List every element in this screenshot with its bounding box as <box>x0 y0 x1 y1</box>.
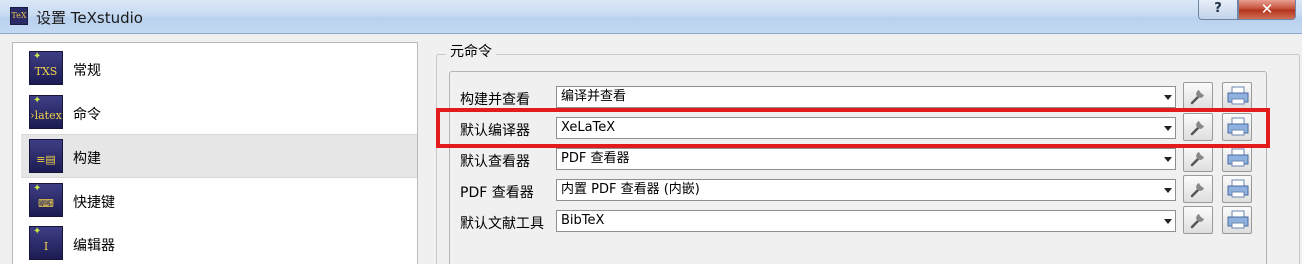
chevron-down-icon <box>1164 188 1172 193</box>
select-value: 编译并查看 <box>561 89 627 104</box>
chevron-down-icon <box>1164 219 1172 224</box>
close-button[interactable]: ✕ <box>1238 0 1296 20</box>
sidebar-item-label: 常规 <box>73 63 101 79</box>
pdf-viewer-select[interactable]: 内置 PDF 查看器 (内嵌) <box>556 179 1176 201</box>
select-value: PDF 查看器 <box>561 151 630 166</box>
row-label: 构建并查看 <box>460 92 530 108</box>
select-value: 内置 PDF 查看器 (内嵌) <box>561 182 700 197</box>
group-title: 元命令 <box>446 41 496 61</box>
build-and-view-select[interactable]: 编译并查看 <box>556 86 1176 108</box>
row-label: 默认文献工具 <box>460 216 544 232</box>
sidebar-item-general[interactable]: ✦ TXS 常规 <box>21 47 417 91</box>
default-bibliography-tool-select[interactable]: BibTeX <box>556 210 1176 232</box>
meta-command-row: 默认文献工具 BibTeX <box>0 206 1302 236</box>
printer-icon <box>1227 179 1249 198</box>
texstudio-app-icon: TeX <box>10 7 28 25</box>
configure-wrench-button[interactable] <box>1183 144 1213 172</box>
txs-general-icon: ✦ TXS <box>29 51 63 85</box>
help-button[interactable]: ? <box>1198 0 1238 20</box>
row-label: PDF 查看器 <box>460 185 534 201</box>
wrench-icon <box>1190 152 1204 167</box>
highlight-annotation-box <box>436 108 1270 148</box>
meta-command-row: 默认查看器 PDF 查看器 <box>0 144 1302 174</box>
wrench-icon <box>1190 183 1204 198</box>
chevron-down-icon <box>1164 95 1172 100</box>
wrench-icon <box>1190 214 1204 229</box>
save-default-button[interactable] <box>1222 144 1252 172</box>
meta-command-row: PDF 查看器 内置 PDF 查看器 (内嵌) <box>0 175 1302 205</box>
save-default-button[interactable] <box>1222 206 1252 234</box>
save-default-button[interactable] <box>1222 82 1252 110</box>
configure-wrench-button[interactable] <box>1183 206 1213 234</box>
printer-icon <box>1227 86 1249 105</box>
printer-icon <box>1227 148 1249 167</box>
window-titlebar: TeX 设置 TeXstudio ? ✕ <box>0 0 1302 34</box>
chevron-down-icon <box>1164 157 1172 162</box>
window-title: 设置 TeXstudio <box>36 9 143 27</box>
default-viewer-select[interactable]: PDF 查看器 <box>556 148 1176 170</box>
printer-icon <box>1227 210 1249 229</box>
select-value: BibTeX <box>561 213 605 228</box>
wrench-icon <box>1190 90 1204 105</box>
configure-wrench-button[interactable] <box>1183 82 1213 110</box>
save-default-button[interactable] <box>1222 175 1252 203</box>
row-label: 默认查看器 <box>460 154 530 170</box>
sidebar-item-label: 编辑器 <box>73 238 115 254</box>
configure-wrench-button[interactable] <box>1183 175 1213 203</box>
